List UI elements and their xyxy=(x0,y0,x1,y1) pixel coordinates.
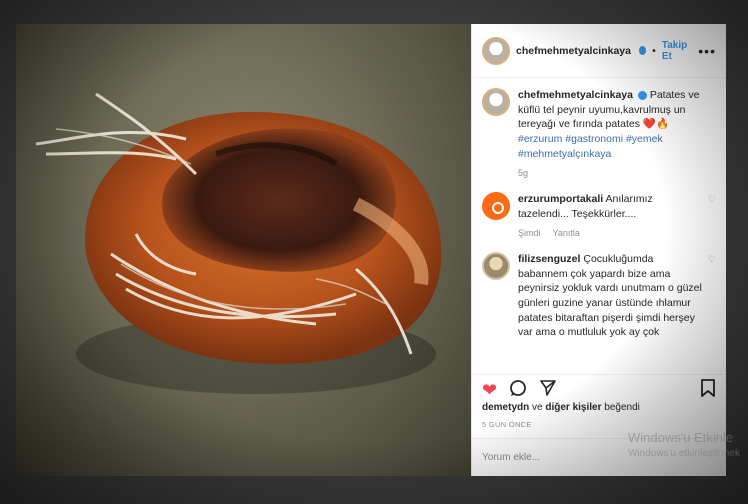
action-bar: ❤ xyxy=(472,374,726,404)
likes-connector: ve xyxy=(532,402,543,413)
caption-emoji: ❤️🔥 xyxy=(642,118,670,131)
header-separator: • xyxy=(652,44,656,57)
comment-icon[interactable] xyxy=(509,379,527,400)
windows-activation-watermark: Windows'u Etkinle Windows'u etkinleştirm… xyxy=(628,430,740,460)
watermark-line-1: Windows'u Etkinle xyxy=(628,430,734,445)
commenter-avatar[interactable] xyxy=(482,252,510,280)
verified-badge-icon xyxy=(637,90,647,100)
reply-button[interactable]: Yanıtla xyxy=(553,227,580,240)
more-options-icon[interactable]: ••• xyxy=(698,43,716,59)
commenter-username[interactable]: erzurumportakali xyxy=(518,193,603,205)
share-icon[interactable] xyxy=(539,379,557,400)
caption-username[interactable]: chefmehmetyalcinkaya xyxy=(518,89,633,101)
bookmark-icon[interactable] xyxy=(700,379,716,400)
comments-list[interactable]: chefmehmetyalcinkaya Patates ve küflü te… xyxy=(472,78,726,374)
liker-username[interactable]: demetydn xyxy=(482,402,529,413)
post-timestamp: 5 GÜN ÖNCE xyxy=(482,420,532,429)
verified-badge-icon xyxy=(638,46,647,55)
author-avatar[interactable] xyxy=(482,36,510,65)
caption-avatar[interactable] xyxy=(482,88,510,116)
comment-text: Çocukluğumda babannem çok yapardı bize a… xyxy=(518,253,702,339)
watermark-line-2: Windows'u etkinleştirmek xyxy=(628,447,740,459)
author-username[interactable]: chefmehmetyalcinkaya xyxy=(516,45,631,57)
post-header: chefmehmetyalcinkaya • Takip Et ••• xyxy=(472,24,726,78)
comment-like-heart-icon[interactable]: ♡ xyxy=(708,194,716,205)
likes-summary: demetydn ve diğer kişiler beğendi xyxy=(482,402,640,413)
commenter-avatar[interactable] xyxy=(482,192,510,221)
caption-time: 5g xyxy=(518,168,529,179)
other-likers-link[interactable]: diğer kişiler xyxy=(545,402,601,413)
heart-icon[interactable]: ❤ xyxy=(482,381,497,399)
comment-time: Şimdi xyxy=(518,228,541,239)
baked-potato-image xyxy=(35,92,442,394)
post-sidebar: chefmehmetyalcinkaya • Takip Et ••• chef… xyxy=(471,24,726,476)
comment-like-heart-icon[interactable]: ♡ xyxy=(708,254,716,265)
comment-item: erzurumportakali Anılarımız tazelendi...… xyxy=(482,192,716,240)
likes-suffix: beğendi xyxy=(604,402,640,413)
follow-button[interactable]: Takip Et xyxy=(662,40,692,62)
commenter-username[interactable]: filizsenguzel xyxy=(518,253,580,265)
caption: chefmehmetyalcinkaya Patates ve küflü te… xyxy=(482,88,716,180)
instagram-post: chefmehmetyalcinkaya • Takip Et ••• chef… xyxy=(16,24,726,476)
caption-hashtags[interactable]: #erzurum #gastronomi #yemek #mehmetyalçı… xyxy=(518,132,702,161)
comment-item: filizsenguzel Çocukluğumda babannem çok … xyxy=(482,252,716,340)
post-photo xyxy=(16,24,471,476)
